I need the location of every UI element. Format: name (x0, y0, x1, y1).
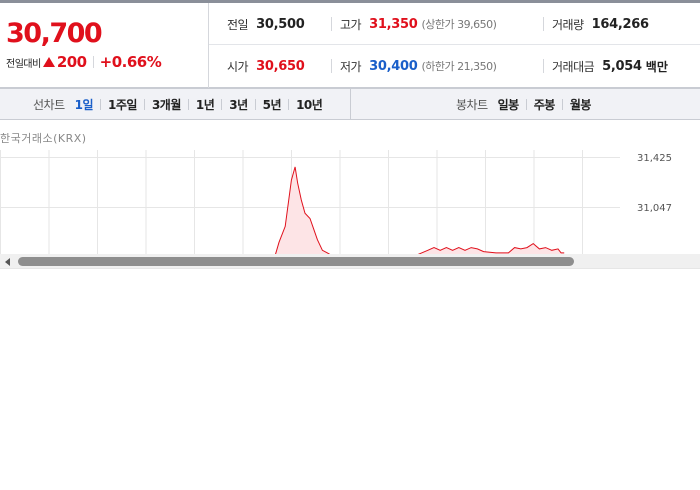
tab-candle-1[interactable]: 주봉 (534, 96, 556, 113)
stats-row: 시가 30,650 저가 30,400 (하한가 21,350) 거래대금 5,… (209, 45, 700, 87)
tab-separator (254, 98, 256, 110)
tab-candle-0[interactable]: 일봉 (498, 96, 520, 113)
candle-chart-label: 봉차트 (456, 97, 488, 112)
stat-label: 시가 (227, 59, 249, 74)
market-label: 한국거래소(KRX) (0, 132, 87, 145)
stat-label: 전일 (227, 17, 249, 32)
chart-tab-bar: 선차트 1일 1주일 3개월 1년 3년 5년 10년 봉차트 일봉 주봉 월봉 (0, 88, 700, 120)
price-chart[interactable]: 31,425 31,047 (0, 150, 700, 256)
price-summary: 30,700 전일대비 200 +0.66% 전일 30,500 고가 31,3… (0, 3, 700, 88)
stat-open: 시가 30,650 (227, 45, 305, 87)
tab-line-2[interactable]: 3개월 (152, 96, 181, 113)
series-area (0, 166, 565, 256)
scroll-left-icon[interactable] (5, 258, 10, 266)
stats-row: 전일 30,500 고가 31,350 (상한가 39,650) 거래량 164… (209, 3, 700, 45)
tab-line-5[interactable]: 5년 (263, 96, 282, 113)
scroll-thumb[interactable] (18, 257, 574, 266)
tab-line-6[interactable]: 10년 (296, 96, 323, 113)
tab-separator (143, 98, 145, 110)
tab-separator (288, 98, 290, 110)
tab-divider (350, 89, 351, 119)
line-chart-tabs: 선차트 1일 1주일 3개월 1년 3년 5년 10년 (33, 89, 323, 119)
stat-high: 고가 31,350 (상한가 39,650) (331, 16, 497, 32)
up-triangle-icon (42, 57, 55, 67)
stat-unit: 백만 (645, 59, 668, 74)
stat-value: 30,500 (256, 16, 305, 32)
change-percent: +0.66% (99, 53, 162, 71)
tab-line-1[interactable]: 1주일 (108, 96, 137, 113)
stat-value: 30,650 (256, 58, 305, 74)
stat-label: 거래량 (552, 17, 584, 32)
tab-line-0[interactable]: 1일 (75, 96, 94, 113)
y-tick-label: 31,425 (637, 153, 672, 164)
stat-value: 164,266 (591, 16, 649, 32)
current-price: 30,700 (6, 18, 103, 49)
tab-line-4[interactable]: 3년 (229, 96, 248, 113)
tab-separator (100, 98, 102, 110)
change-row: 전일대비 200 +0.66% (6, 53, 162, 71)
chart-scrollbar[interactable] (0, 254, 700, 269)
stat-prev-close: 전일 30,500 (227, 3, 305, 45)
chart-svg: 31,425 31,047 (0, 150, 672, 256)
line-chart-label: 선차트 (33, 97, 65, 112)
stat-value: 30,400 (369, 58, 418, 74)
tab-separator (525, 98, 527, 110)
tab-separator (187, 98, 189, 110)
upper-limit: (상한가 39,650) (421, 18, 497, 31)
stats-panel: 전일 30,500 고가 31,350 (상한가 39,650) 거래량 164… (208, 3, 700, 88)
stat-label: 거래대금 (552, 59, 595, 74)
tab-candle-2[interactable]: 월봉 (570, 96, 592, 113)
y-tick-label: 31,047 (637, 203, 672, 214)
stat-trade-amount: 거래대금 5,054 백만 (543, 58, 668, 74)
divider (92, 56, 94, 68)
stat-volume: 거래량 164,266 (543, 16, 649, 32)
lower-limit: (하한가 21,350) (421, 60, 497, 73)
stat-low: 저가 30,400 (하한가 21,350) (331, 58, 497, 74)
change-value: 200 (56, 53, 87, 71)
tab-line-3[interactable]: 1년 (196, 96, 215, 113)
stat-label: 고가 (340, 17, 362, 32)
stat-value: 5,054 (602, 58, 642, 74)
tab-separator (561, 98, 563, 110)
stat-value: 31,350 (369, 16, 418, 32)
tab-separator (221, 98, 223, 110)
candle-chart-tabs: 봉차트 일봉 주봉 월봉 (456, 89, 591, 119)
stat-label: 저가 (340, 59, 362, 74)
change-label: 전일대비 (6, 58, 41, 70)
